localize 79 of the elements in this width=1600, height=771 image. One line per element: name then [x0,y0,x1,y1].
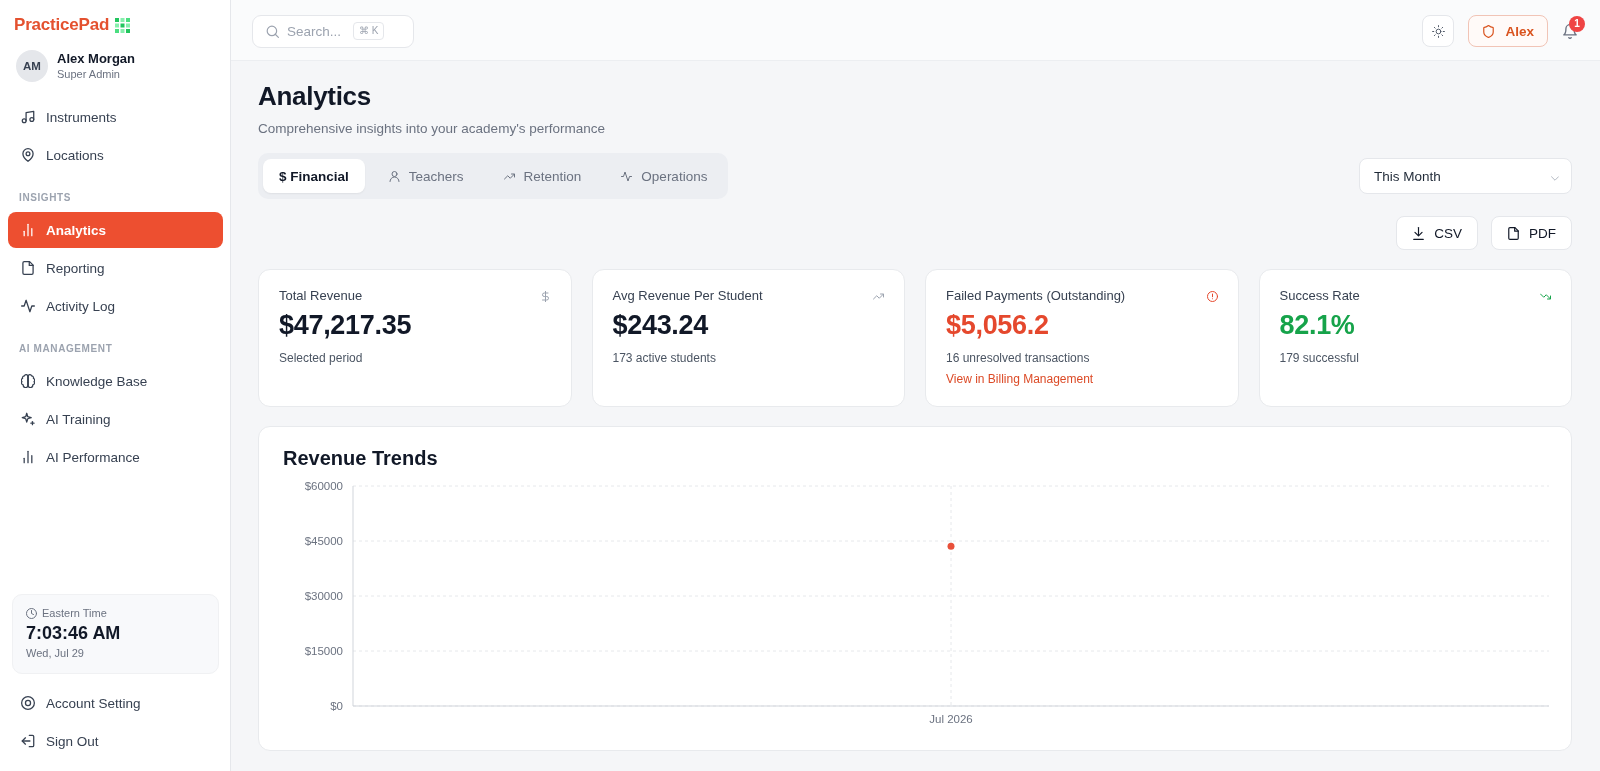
bell-icon[interactable] [1563,23,1577,39]
map-pin-icon [21,148,35,162]
y-tick-label: $60000 [304,480,343,492]
section-heading: INSIGHTS [18,191,73,205]
page-subtitle: Comprehensive insights into your academy's performance [258,120,606,138]
x-tick-label: Jul 2026 [929,713,973,725]
trend-up-icon [503,170,515,182]
clock-time: 7:03:46 AM [26,622,122,644]
y-tick-label: $15000 [304,645,343,657]
pulse-icon [621,170,633,182]
pulse-icon [21,299,35,313]
user-role: Super Admin [57,67,121,81]
user-name: Alex Morgan [57,51,135,67]
document-icon [1507,226,1520,240]
bar-chart-icon [21,223,35,237]
chevron-down-icon [1551,175,1559,181]
nav-item[interactable]: AI Training [8,401,223,437]
stat-value: $47,217.35 [279,309,413,342]
notification-badge: 1 [1569,16,1585,32]
clock-icon [26,607,37,619]
stat-value: $243.24 [612,309,709,342]
avatar: AM [16,50,48,82]
stat-title: Total Revenue [279,287,363,305]
y-tick-label: $0 [330,700,343,712]
tab[interactable]: Retention [487,159,598,193]
stat-title: Failed Payments (Outstanding) [946,287,1126,305]
settings-icon [21,696,35,710]
brand-logo[interactable]: PracticePad [14,15,110,35]
tab[interactable]: $ Financial [263,159,365,193]
chart-title: Revenue Trends [283,446,439,470]
section-heading: AI MANAGEMENT [18,342,114,356]
sign-out-icon [21,734,35,748]
trend-up-icon [873,290,884,302]
nav-item[interactable]: Reporting [8,250,223,286]
clock-date: Wed, Jul 29 [26,646,85,660]
stat-title: Success Rate [1279,287,1360,305]
page-title: Analytics [258,80,372,112]
period-dropdown[interactable]: This Month [1359,158,1572,194]
stat-value: $5,056.2 [946,309,1050,342]
tab[interactable]: Teachers [372,159,480,193]
stat-note: 179 successful [1279,350,1360,366]
y-tick-label: $30000 [304,590,343,602]
alert-icon [1206,290,1218,302]
trend-down-icon [1540,290,1551,302]
brain-icon [21,374,35,388]
search-icon [266,24,279,38]
nav-item[interactable]: Analytics [8,212,223,248]
bar-chart-icon [21,450,35,464]
grid-logo-icon [115,17,131,33]
music-note-icon [21,110,35,124]
stat-value: 82.1% [1279,309,1356,342]
keyboard-shortcut: ⌘ K [353,22,385,40]
nav-item[interactable]: Instruments [8,99,223,135]
download-icon [1412,226,1426,240]
tab[interactable]: Operations [605,159,724,193]
search-input[interactable]: Search... [287,23,345,39]
nav-item[interactable]: Knowledge Base [8,363,223,399]
nav-item[interactable]: Activity Log [8,288,223,324]
sparkle-icon [21,412,35,426]
nav-item[interactable]: Account Setting [8,685,223,721]
sun-icon [1431,24,1445,38]
person-icon [388,170,400,182]
dollar-icon [539,290,551,302]
document-icon [21,261,35,275]
user-button[interactable]: Alex [1468,15,1548,47]
nav-item[interactable]: Locations [8,137,223,173]
billing-link[interactable]: View in Billing Management [946,371,1094,387]
time-zone-label: Eastern Time [42,606,107,620]
stat-title: Avg Revenue Per Student [612,287,763,305]
stat-note: 173 active students [612,350,717,366]
stat-note: Selected period [279,350,364,366]
y-tick-label: $45000 [304,535,343,547]
theme-toggle-button[interactable] [1422,15,1455,47]
stat-note: 16 unresolved transactions [946,350,1091,366]
nav-item[interactable]: AI Performance [8,439,223,475]
export-button[interactable]: PDF [1491,216,1572,250]
shield-icon [1482,24,1496,38]
nav-item[interactable]: Sign Out [8,723,223,759]
export-button[interactable]: CSV [1396,216,1478,250]
